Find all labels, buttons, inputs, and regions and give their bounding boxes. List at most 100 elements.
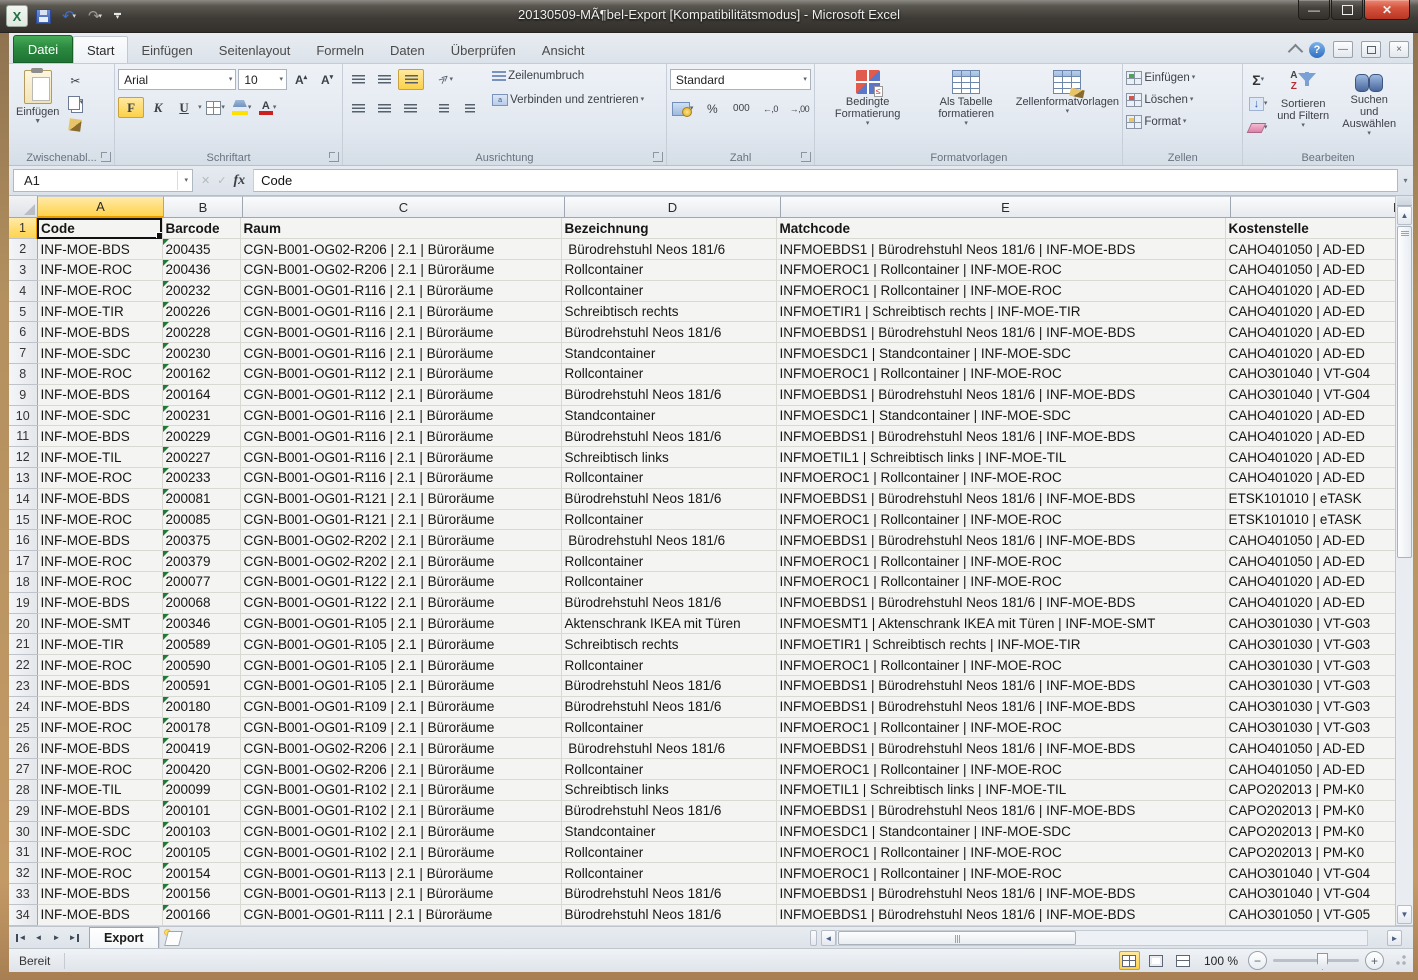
cell[interactable]: 200180 <box>162 696 240 717</box>
dialog-launcher-icon[interactable] <box>101 152 111 162</box>
cell[interactable]: CGN-B001-OG02-R206 | 2.1 | Büroräume <box>240 759 561 780</box>
cell[interactable]: INF-MOE-TIR <box>37 634 162 655</box>
row-header[interactable]: 14 <box>9 488 37 509</box>
row-header[interactable]: 8 <box>9 364 37 385</box>
column-header-c[interactable]: C <box>243 196 565 218</box>
cell[interactable]: 200228 <box>162 322 240 343</box>
cell[interactable]: INFMOESDC1 | Standcontainer | INF-MOE-SD… <box>776 821 1225 842</box>
cell[interactable]: INF-MOE-BDS <box>37 384 162 405</box>
scroll-up-icon[interactable]: ▲ <box>1397 206 1412 225</box>
cell[interactable]: INF-MOE-ROC <box>37 551 162 572</box>
cell[interactable]: INF-MOE-BDS <box>37 676 162 697</box>
cell[interactable]: CAHO301030 | VT-G03 <box>1225 655 1395 676</box>
row-header[interactable]: 32 <box>9 863 37 884</box>
cell[interactable]: Rollcontainer <box>561 551 776 572</box>
collapse-ribbon-icon[interactable] <box>1288 43 1304 59</box>
cell[interactable]: INFMOEROC1 | Rollcontainer | INF-MOE-ROC <box>776 260 1225 281</box>
cell[interactable]: Standcontainer <box>561 405 776 426</box>
help-icon[interactable]: ? <box>1309 42 1325 58</box>
cell[interactable]: Bürodrehstuhl Neos 181/6 <box>561 904 776 925</box>
cell[interactable]: INF-MOE-TIR <box>37 301 162 322</box>
cell[interactable]: INF-MOE-ROC <box>37 863 162 884</box>
cell[interactable]: 200178 <box>162 717 240 738</box>
fill-color-button[interactable]: ▾ <box>230 98 254 117</box>
cell[interactable]: INFMOEROC1 | Rollcontainer | INF-MOE-ROC <box>776 655 1225 676</box>
tab-einfuegen[interactable]: Einfügen <box>128 37 205 63</box>
cell[interactable]: 200379 <box>162 551 240 572</box>
dialog-launcher-icon[interactable] <box>329 152 339 162</box>
number-format-select[interactable]: Standard▾ <box>670 69 811 90</box>
cut-button[interactable]: ✂ <box>63 71 87 90</box>
cell[interactable]: CAHO301030 | VT-G03 <box>1225 676 1395 697</box>
cell[interactable]: Rollcontainer <box>561 655 776 676</box>
cell[interactable]: INF-MOE-SMT <box>37 613 162 634</box>
font-name-select[interactable]: Arial▾ <box>118 69 236 90</box>
cell[interactable]: CAHO401020 | AD-ED <box>1225 426 1395 447</box>
cell[interactable]: 200081 <box>162 488 240 509</box>
cell[interactable]: INFMOESDC1 | Standcontainer | INF-MOE-SD… <box>776 343 1225 364</box>
merge-center-button[interactable]: Verbinden und zentrieren <box>510 94 639 106</box>
column-header-b[interactable]: B <box>164 196 243 218</box>
cell[interactable]: Bürodrehstuhl Neos 181/6 <box>561 426 776 447</box>
copy-button[interactable]: ▾ <box>63 93 87 112</box>
cell[interactable]: Barcode <box>162 218 240 239</box>
cell[interactable]: INFMOEBDS1 | Bürodrehstuhl Neos 181/6 | … <box>776 384 1225 405</box>
cell[interactable]: CAHO401020 | AD-ED <box>1225 301 1395 322</box>
cell[interactable]: Bürodrehstuhl Neos 181/6 <box>561 884 776 905</box>
tab-seitenlayout[interactable]: Seitenlayout <box>206 37 304 63</box>
cell[interactable]: INFMOEBDS1 | Bürodrehstuhl Neos 181/6 | … <box>776 426 1225 447</box>
comma-style-button[interactable]: 000 <box>729 99 753 118</box>
cell[interactable]: 200591 <box>162 676 240 697</box>
cell[interactable]: CAHO301030 | VT-G03 <box>1225 696 1395 717</box>
cell[interactable]: Bürodrehstuhl Neos 181/6 <box>561 738 776 759</box>
cell[interactable]: CGN-B001-OG01-R116 | 2.1 | Büroräume <box>240 301 561 322</box>
cell[interactable]: CAPO202013 | PM-K0 <box>1225 800 1395 821</box>
clear-button[interactable]: ▾ <box>1246 118 1270 137</box>
zoom-slider-thumb[interactable] <box>1317 953 1328 970</box>
cell[interactable]: INF-MOE-BDS <box>37 239 162 260</box>
cell[interactable]: 200226 <box>162 301 240 322</box>
cell[interactable]: INFMOEROC1 | Rollcontainer | INF-MOE-ROC <box>776 280 1225 301</box>
cell[interactable]: INF-MOE-SDC <box>37 343 162 364</box>
underline-dropdown-icon[interactable]: ▾ <box>198 104 202 112</box>
cell[interactable]: 200227 <box>162 447 240 468</box>
cell[interactable]: 200085 <box>162 509 240 530</box>
sort-filter-button[interactable]: AZ Sortieren und Filtern ▾ <box>1270 67 1336 141</box>
percent-style-button[interactable]: % <box>700 99 724 118</box>
decrease-indent-button[interactable] <box>432 99 456 118</box>
zoom-slider[interactable] <box>1273 959 1359 962</box>
row-header[interactable]: 4 <box>9 280 37 301</box>
cell[interactable]: Bürodrehstuhl Neos 181/6 <box>561 322 776 343</box>
merge-dropdown-icon[interactable]: ▾ <box>641 96 645 104</box>
row-header[interactable]: 6 <box>9 322 37 343</box>
cell[interactable]: INF-MOE-ROC <box>37 572 162 593</box>
cell[interactable]: INF-MOE-BDS <box>37 738 162 759</box>
cell[interactable]: 200420 <box>162 759 240 780</box>
vertical-scrollbar[interactable]: ▲ ▼ <box>1395 196 1413 926</box>
cell[interactable]: CGN-B001-OG02-R206 | 2.1 | Büroräume <box>240 239 561 260</box>
cell[interactable]: INFMOEBDS1 | Bürodrehstuhl Neos 181/6 | … <box>776 322 1225 343</box>
row-header[interactable]: 28 <box>9 780 37 801</box>
cell[interactable]: Bürodrehstuhl Neos 181/6 <box>561 488 776 509</box>
row-header[interactable]: 13 <box>9 468 37 489</box>
cell[interactable]: CAHO401020 | AD-ED <box>1225 447 1395 468</box>
cell[interactable]: 200346 <box>162 613 240 634</box>
cell[interactable]: CGN-B001-OG01-R121 | 2.1 | Büroräume <box>240 488 561 509</box>
row-header[interactable]: 23 <box>9 676 37 697</box>
autosum-button[interactable]: Σ▾ <box>1246 70 1270 89</box>
row-header[interactable]: 34 <box>9 904 37 925</box>
borders-button[interactable]: ▾ <box>204 98 228 117</box>
cell[interactable]: 200230 <box>162 343 240 364</box>
row-header[interactable]: 20 <box>9 613 37 634</box>
font-size-select[interactable]: 10▾ <box>238 69 287 90</box>
cell[interactable]: CGN-B001-OG02-R202 | 2.1 | Büroräume <box>240 530 561 551</box>
row-header[interactable]: 12 <box>9 447 37 468</box>
paste-button[interactable]: Einfügen ▼ <box>12 67 63 141</box>
previous-sheet-icon[interactable]: ◄ <box>30 930 47 946</box>
insert-function-button[interactable]: fx <box>233 173 245 189</box>
vertical-scroll-thumb[interactable] <box>1397 226 1412 558</box>
cell[interactable]: INF-MOE-BDS <box>37 322 162 343</box>
cell[interactable]: INF-MOE-BDS <box>37 884 162 905</box>
cell[interactable]: CAHO401020 | AD-ED <box>1225 322 1395 343</box>
cell[interactable]: Rollcontainer <box>561 280 776 301</box>
